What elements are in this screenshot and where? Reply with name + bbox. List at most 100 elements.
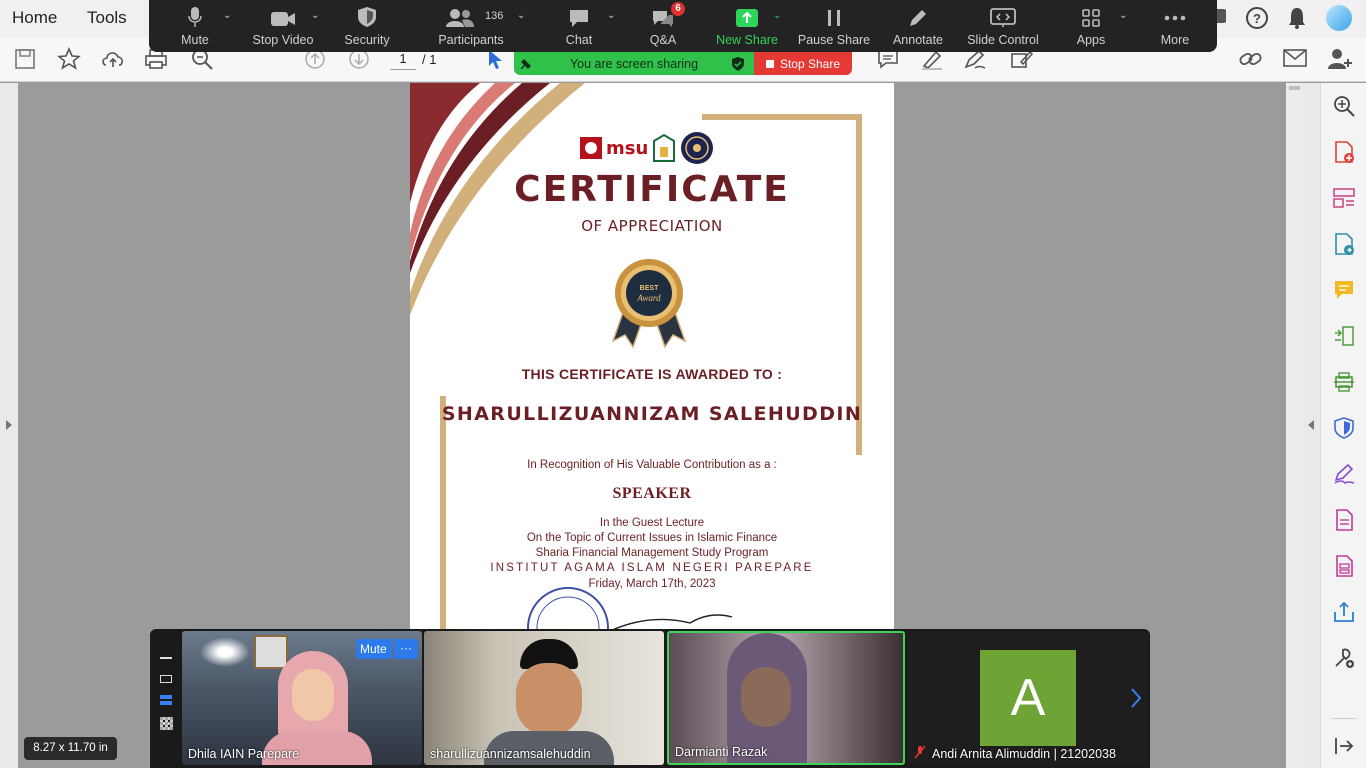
svg-text:?: ? [1253, 11, 1261, 26]
divider [1331, 718, 1357, 719]
stop-video-button[interactable]: Stop Video ⌄ [249, 0, 320, 52]
msu-logo-text: msu [606, 137, 649, 159]
slide-control-label: Slide Control [967, 33, 1039, 47]
save-icon[interactable] [14, 48, 36, 70]
help-icon[interactable]: ? [1245, 6, 1269, 30]
sharing-status[interactable]: You are screen sharing [514, 52, 754, 75]
right-panel-toggle[interactable] [1302, 83, 1320, 768]
minimize-icon[interactable] [160, 657, 172, 659]
video-gallery: Mute ··· Dhila IAIN Parepare sharullizua… [150, 629, 1150, 768]
light-glare [200, 637, 250, 667]
svg-text:BEST: BEST [640, 285, 659, 292]
grid-view-icon[interactable] [160, 717, 173, 730]
participants-button[interactable]: 136 Participants ⌄ [433, 0, 525, 52]
scan-icon[interactable] [1333, 371, 1355, 393]
video-tile[interactable]: A Andi Arnita Alimuddin | 21202038 [908, 631, 1148, 765]
sharing-status-text: You are screen sharing [569, 56, 699, 71]
date-line: Friday, March 17th, 2023 [588, 578, 716, 590]
cloud-upload-icon[interactable] [100, 47, 126, 71]
new-share-label: New Share [716, 33, 778, 47]
shield-check-icon [732, 57, 744, 71]
certificate-subtitle: OF APPRECIATION [581, 217, 723, 235]
page-dimensions: 8.27 x 11.70 in [24, 737, 117, 760]
zoom-in-icon[interactable] [1333, 95, 1355, 117]
video-tile[interactable]: sharullizuannizamsalehuddin [424, 631, 664, 765]
logo-row: msu [580, 131, 714, 165]
tile-more-button[interactable]: ··· [394, 639, 418, 659]
add-user-icon[interactable] [1327, 47, 1353, 71]
export-pdf-icon[interactable] [1333, 233, 1355, 255]
best-award-medal: BEST Award [611, 259, 687, 349]
active-speaker-tile[interactable]: Darmianti Razak [667, 631, 905, 765]
new-share-button[interactable]: New Share ⌄ [715, 0, 781, 52]
collapse-panel-icon[interactable] [1333, 735, 1355, 757]
menu-tools[interactable]: Tools [87, 8, 127, 28]
comment-panel-icon[interactable] [1333, 279, 1355, 301]
topic-line: On the Topic of Current Issues in Islami… [526, 532, 778, 544]
security-button[interactable]: Security [341, 0, 393, 52]
microphone-icon [188, 7, 202, 27]
scrollbar[interactable] [1286, 83, 1302, 768]
msu-logo-icon [580, 137, 602, 159]
more-button[interactable]: More [1149, 0, 1201, 52]
more-label: More [1160, 33, 1190, 47]
organize-pages-icon[interactable] [1333, 187, 1355, 209]
tile-mute-button[interactable]: Mute [356, 639, 392, 659]
pause-share-button[interactable]: Pause Share [797, 0, 871, 52]
participant-name: Andi Arnita Alimuddin | 21202038 [932, 747, 1116, 761]
left-panel-rail[interactable] [0, 83, 18, 768]
participant-name: sharullizuannizamsalehuddin [430, 747, 591, 761]
participant-name: Dhila IAIN Parepare [188, 747, 300, 761]
apps-button[interactable]: Apps ⌄ [1067, 0, 1127, 52]
scrollbar-thumb[interactable] [1289, 86, 1300, 90]
participants-label: Participants [438, 33, 504, 47]
next-page-icon[interactable] [1130, 687, 1142, 709]
participants-icon [446, 9, 474, 27]
video-tile[interactable]: Mute ··· Dhila IAIN Parepare [182, 631, 422, 765]
more-tools-icon[interactable] [1333, 647, 1355, 669]
participant-name: Darmianti Razak [675, 745, 768, 759]
chevron-down-icon[interactable]: ⌄ [773, 10, 781, 21]
fill-sign-icon[interactable] [1333, 463, 1355, 485]
pause-icon [828, 10, 840, 26]
prepare-form-icon[interactable] [1333, 555, 1355, 577]
slide-control-icon [990, 8, 1016, 27]
apps-label: Apps [1076, 33, 1106, 47]
chevron-down-icon[interactable]: ⌄ [311, 10, 319, 21]
chevron-down-icon[interactable]: ⌄ [223, 10, 231, 21]
protect-shield-icon[interactable] [1333, 417, 1355, 439]
chevron-down-icon[interactable]: ⌄ [607, 10, 615, 21]
chat-label: Chat [565, 33, 593, 47]
star-icon[interactable] [57, 47, 81, 71]
link-icon[interactable] [1238, 48, 1264, 70]
slide-control-button[interactable]: Slide Control [963, 0, 1043, 52]
create-pdf-icon[interactable] [1333, 141, 1355, 163]
email-icon[interactable] [1283, 49, 1307, 67]
edit-pdf-icon[interactable] [1333, 509, 1355, 531]
chevron-down-icon[interactable]: ⌄ [1119, 10, 1127, 21]
mute-button[interactable]: Mute ⌄ [169, 0, 231, 52]
institution-line: INSTITUT AGAMA ISLAM NEGERI PAREPARE [490, 562, 814, 574]
stop-share-button[interactable]: Stop Share [754, 52, 852, 75]
participant-count: 136 [485, 10, 504, 22]
single-view-icon[interactable] [160, 675, 172, 683]
recognition-text: In Recognition of His Valuable Contribut… [527, 459, 777, 471]
chat-button[interactable]: Chat ⌄ [553, 0, 615, 52]
annotate-button[interactable]: Annotate [891, 0, 945, 52]
right-tools-panel [1320, 83, 1366, 768]
role-text: SPEAKER [612, 485, 692, 502]
zoom-meeting-controls: Mute ⌄ Stop Video ⌄ Security 136 Partici… [149, 0, 1217, 52]
send-share-icon[interactable] [1333, 601, 1355, 623]
strip-view-icon[interactable] [160, 695, 172, 705]
chevron-down-icon[interactable]: ⌄ [517, 10, 525, 21]
menu-home[interactable]: Home [12, 8, 57, 28]
page-total: / 1 [422, 52, 437, 67]
qa-button[interactable]: 6 Q&A [637, 0, 689, 52]
bell-icon[interactable] [1286, 6, 1308, 30]
avatar[interactable] [1326, 5, 1352, 31]
collapse-right-icon[interactable] [1307, 419, 1315, 431]
pin-icon[interactable] [519, 57, 533, 71]
video-camera-icon [271, 12, 295, 26]
combine-files-icon[interactable] [1333, 325, 1355, 347]
expand-left-icon[interactable] [5, 419, 13, 431]
